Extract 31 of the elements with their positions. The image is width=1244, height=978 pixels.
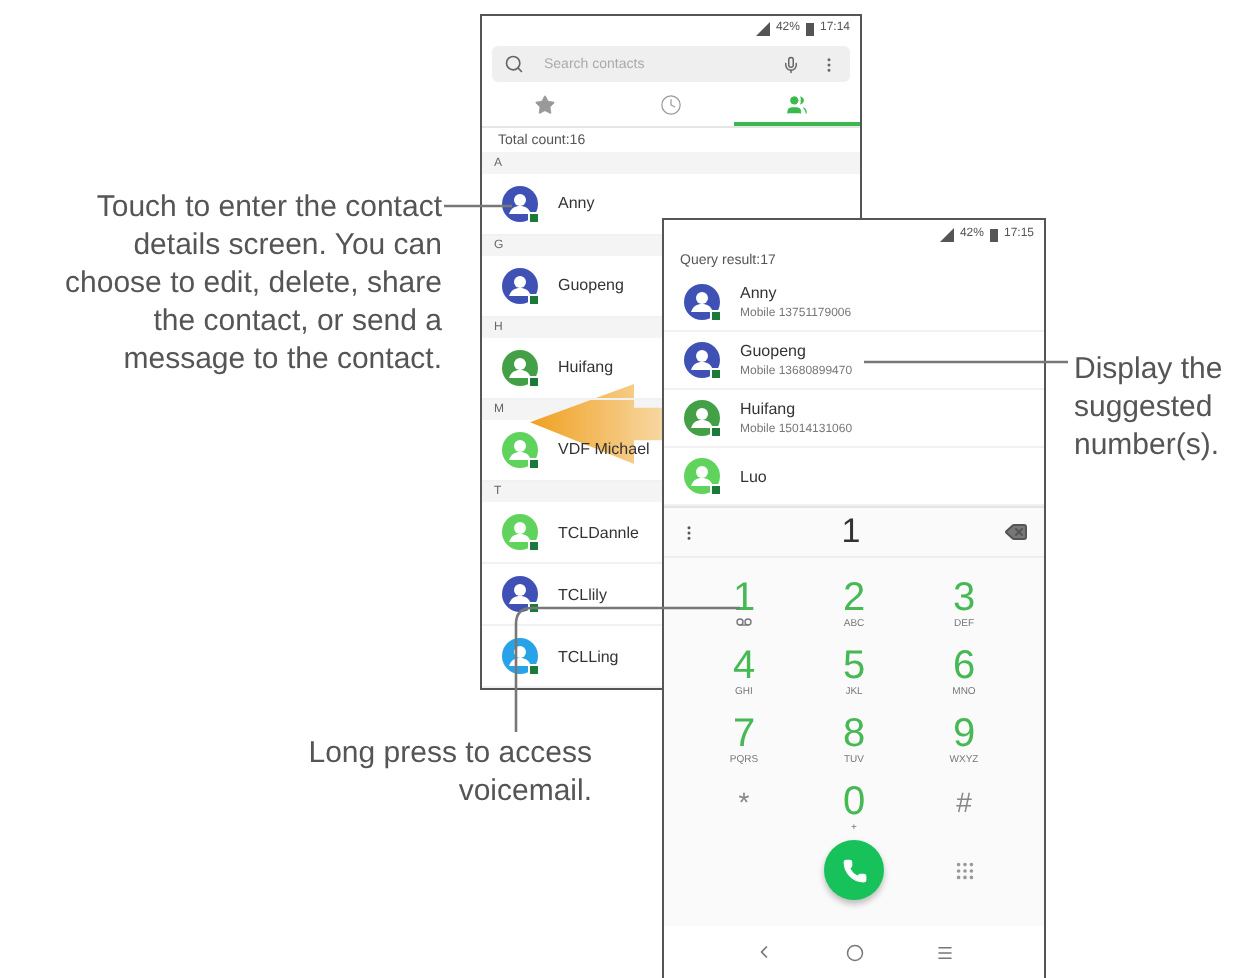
dial-key[interactable]: 1 [689,578,799,640]
recents-icon[interactable] [936,943,954,961]
clock-icon [660,93,682,116]
contact-row[interactable]: TCLlily [482,564,662,626]
callout-text: Touch to enter the contact details screen. You can choose to edit, delete, share the contact, or send a message to the contact. [63,188,442,378]
arrow-drawing [530,384,666,464]
contact-row[interactable]: Guopeng [482,255,662,318]
contact-row[interactable]: TCLLing [482,626,662,688]
battery-icon [989,227,998,241]
backspace-icon[interactable] [1004,520,1028,544]
contact-row[interactable]: Anny [482,173,662,236]
people-icon [786,93,808,116]
dialpad-icon[interactable] [953,859,975,881]
call-button[interactable] [824,840,884,900]
star-icon [534,93,556,116]
voicemail-icon [736,618,752,626]
signal-icon [939,227,954,241]
contact-row[interactable]: TCLDannle [482,502,662,564]
home-icon[interactable] [846,943,864,961]
phone-icon [841,857,867,883]
dialed-number: 1 [841,512,861,552]
callout-text: Long press to access voicemail. [306,734,592,810]
signal-icon [755,21,770,36]
callout-text: Display the suggested number(s). [1074,350,1225,464]
dial-key[interactable]: # [909,782,1019,844]
microphone-icon [782,55,800,74]
battery-icon [805,21,814,36]
search-icon [504,54,524,75]
dial-key[interactable]: * [689,782,799,844]
contact-row[interactable]: Huifang [482,337,662,400]
leader-line [444,204,512,208]
